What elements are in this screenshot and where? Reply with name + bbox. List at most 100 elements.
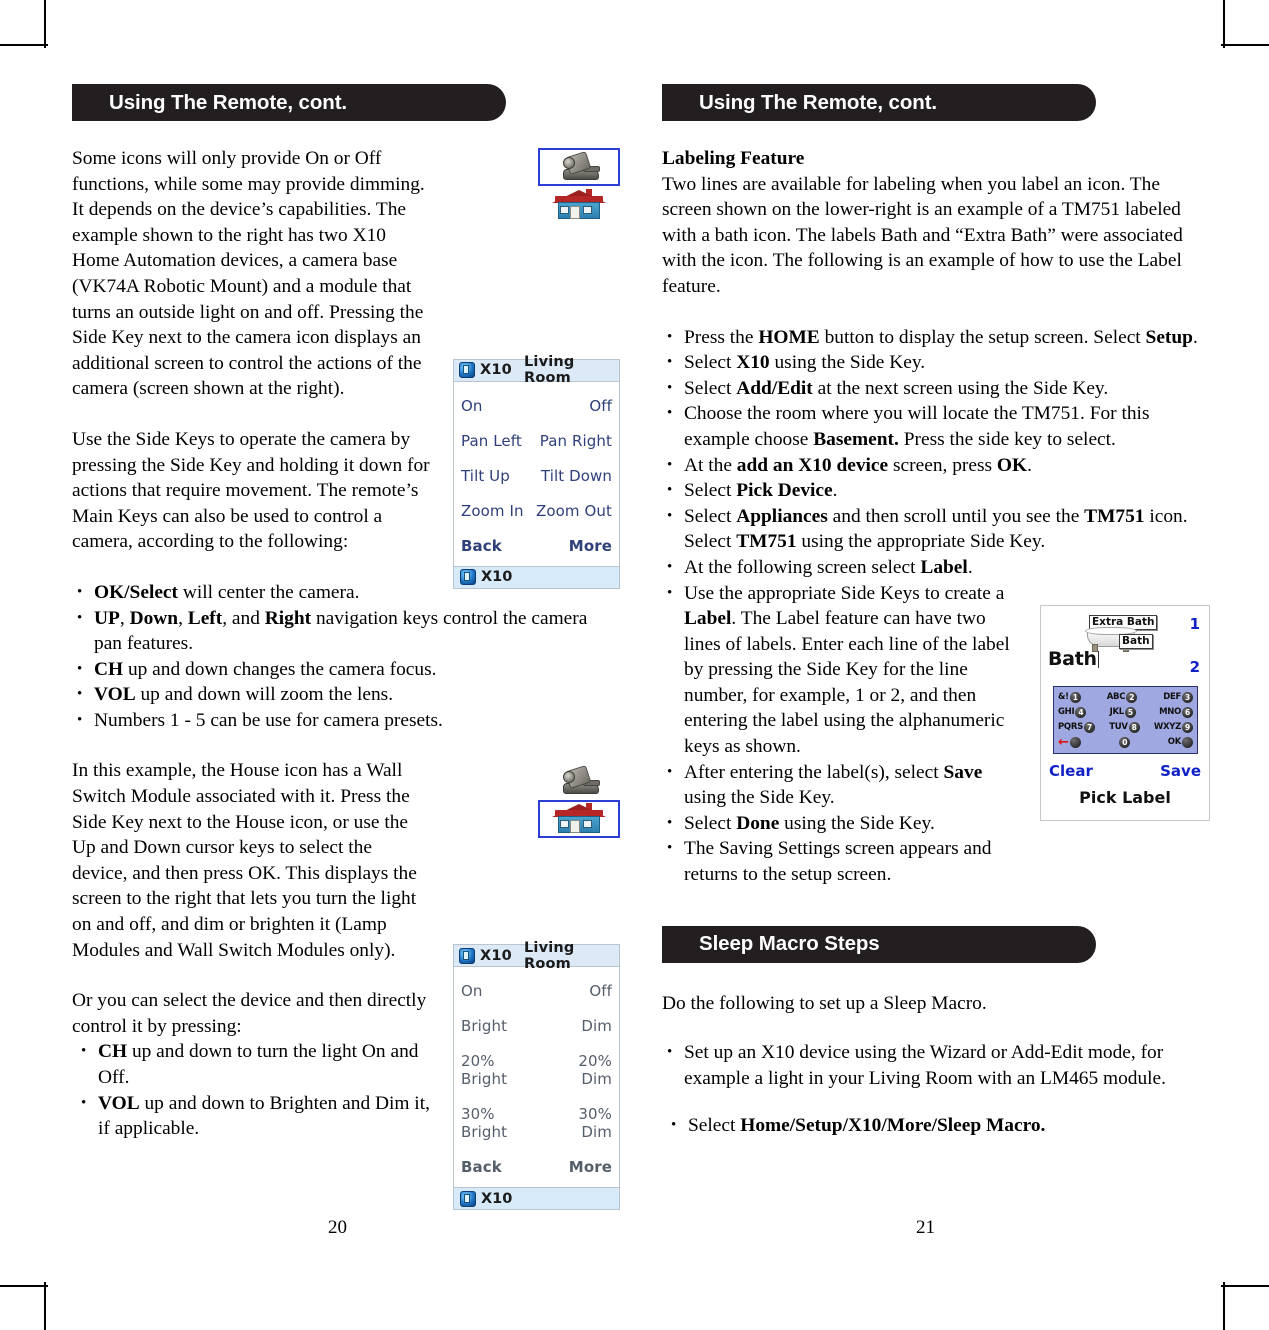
x10-badge-icon (460, 1190, 476, 1207)
label-line-number-1[interactable]: 1 (1190, 615, 1200, 633)
dim-row-on-off[interactable]: On Off (461, 982, 612, 1000)
dim-more-label[interactable]: More (569, 1158, 612, 1176)
camera-icon-tile-selected[interactable] (538, 148, 620, 186)
dim-screen-footer: X10 (454, 1187, 619, 1210)
list-item: At the following screen select Label. (662, 555, 1210, 581)
dim-back-label[interactable]: Back (461, 1158, 502, 1176)
left-paragraph-2: Use the Side Keys to operate the camera … (72, 428, 430, 553)
list-item: Press the HOME button to display the set… (662, 325, 1210, 351)
label-creation-bullet-list: Use the appropriate Side Keys to create … (662, 581, 1026, 888)
keypad-key-4[interactable]: GHI 4 (1058, 706, 1087, 718)
keypad-key-digit: 2 (1126, 691, 1138, 703)
left-paragraph-1: Some icons will only provide On or Off f… (72, 148, 425, 400)
camera-row-right-label[interactable]: Tilt Down (541, 467, 612, 485)
keypad-key-backspace[interactable]: ← (1058, 734, 1081, 750)
camera-row-zoom[interactable]: Zoom In Zoom Out (461, 502, 612, 520)
bullet-rest: will center the camera. (178, 581, 360, 603)
keypad-key-3[interactable]: DEF 3 (1163, 691, 1193, 703)
section-banner-using-the-remote-left: Using The Remote, cont. (72, 84, 506, 121)
camera-row-right-label[interactable]: Off (589, 397, 612, 415)
keypad-key-digit: 6 (1182, 706, 1193, 718)
keypad-key-digit: 5 (1124, 706, 1136, 718)
right-page-column: Using The Remote, cont. Labeling Feature… (662, 84, 1210, 1139)
dim-row-right-label[interactable]: Dim (581, 1017, 612, 1035)
keypad-key-digit: 0 (1119, 736, 1131, 748)
camera-row-left-label[interactable]: Zoom In (461, 502, 524, 520)
dim-row-left-label[interactable]: 30% Bright (461, 1105, 544, 1141)
section-banner-sleep-macro-steps: Sleep Macro Steps (662, 925, 1096, 963)
dim-row-right-label[interactable]: Off (589, 982, 612, 1000)
camera-more-label[interactable]: More (569, 537, 612, 555)
dim-row-20-percent[interactable]: 20% Bright 20% Dim (461, 1052, 612, 1088)
text-caret (1097, 650, 1099, 668)
dim-row-left-label[interactable]: On (461, 982, 483, 1000)
keypad-key-letters: ABC (1106, 692, 1126, 702)
label-line-number-2[interactable]: 2 (1190, 658, 1200, 676)
house-icon-tile[interactable] (538, 186, 620, 224)
dim-screen-badge-label: X10 (480, 947, 512, 964)
bullet-bold-term: CH (94, 658, 124, 680)
camera-back-label[interactable]: Back (461, 537, 502, 555)
list-item: Choose the room where you will locate th… (662, 401, 1210, 452)
camera-row-right-label[interactable]: Pan Right (540, 432, 612, 450)
keypad-key-letters: &! (1058, 692, 1069, 702)
dim-row-30-percent[interactable]: 30% Bright 30% Dim (461, 1105, 612, 1141)
bullet-rest: up and down changes the camera focus. (123, 658, 437, 680)
bullet-bold-term: VOL (98, 1092, 140, 1114)
house-icon-tile-selected[interactable] (538, 800, 620, 839)
dim-row-right-label[interactable]: 30% Dim (544, 1105, 612, 1141)
keypad-key-6[interactable]: MNO 6 (1159, 706, 1193, 718)
dim-row-bright-dim[interactable]: Bright Dim (461, 1017, 612, 1035)
dim-row-left-label[interactable]: 20% Bright (461, 1052, 544, 1088)
camera-screen-room-label: Living Room (523, 354, 575, 387)
dim-row-left-label[interactable]: Bright (461, 1017, 507, 1035)
camera-row-left-label[interactable]: Pan Left (461, 432, 522, 450)
camera-row-right-label[interactable]: Zoom Out (536, 502, 612, 520)
keypad-key-digit: 1 (1069, 691, 1081, 703)
camera-row-on-off[interactable]: On Off (461, 397, 612, 415)
dim-screen-title-bar: X10 Living Room (454, 940, 619, 972)
keypad-key-8[interactable]: TUV 8 (1109, 721, 1140, 733)
camera-icon-tile[interactable] (538, 762, 620, 801)
keypad-key-1[interactable]: &! 1 (1058, 691, 1081, 703)
camera-row-pan[interactable]: Pan Left Pan Right (461, 432, 612, 450)
keypad-key-digit: 9 (1181, 721, 1193, 733)
labeling-feature-heading-text: Labeling Feature (662, 148, 805, 169)
sleep-macro-intro: Do the following to set up a Sleep Macro… (662, 992, 987, 1014)
dim-screen-room-label: Living Room (523, 939, 575, 972)
clear-button[interactable]: Clear (1049, 762, 1093, 780)
keypad-key-5[interactable]: JKL 5 (1110, 706, 1136, 718)
camera-row-left-label[interactable]: Tilt Up (461, 467, 510, 485)
keypad-key-9[interactable]: WXYZ 9 (1154, 721, 1193, 733)
list-item: Numbers 1 - 5 can be use for camera pres… (72, 708, 620, 734)
figure-icons-top (538, 148, 620, 224)
camera-row-tilt[interactable]: Tilt Up Tilt Down (461, 467, 612, 485)
bullet-bold-term: OK/Select (94, 581, 179, 603)
save-button[interactable]: Save (1160, 762, 1201, 780)
camera-row-nav[interactable]: Back More (461, 537, 612, 555)
keypad-key-2[interactable]: ABC 2 (1106, 691, 1138, 703)
camera-key-bullet-list: OK/Select will center the camera. UP, Do… (72, 580, 620, 734)
keypad-key-0[interactable]: 0 (1118, 736, 1131, 748)
left-arrow-icon: ← (1058, 734, 1069, 750)
label-text-input[interactable]: Bath (1048, 648, 1099, 670)
label-entry-screen: Extra Bath Bath 1 2 Bath &! 1 ABC 2 DEF 3 (1040, 604, 1210, 821)
keypad-key-digit (1182, 736, 1193, 748)
bullet-rest: Numbers 1 - 5 can be use for camera pres… (94, 709, 443, 731)
camera-screen-rows: On Off Pan Left Pan Right Tilt Up Tilt D… (454, 382, 619, 566)
camera-control-screen: X10 Living Room On Off Pan Left Pan Righ… (453, 354, 620, 589)
alphanumeric-keypad[interactable]: &! 1 ABC 2 DEF 3 GHI 4 JKL 5 MNO 6 PQRS 7 TUV 8 … (1053, 685, 1198, 754)
keypad-key-7[interactable]: PQRS 7 (1058, 721, 1095, 733)
sleep-macro-bullet-list: Set up an X10 device using the Wizard or… (662, 1040, 1210, 1091)
direct-control-bullet-list: CH up and down to turn the light On and … (72, 1039, 430, 1141)
camera-row-left-label[interactable]: On (461, 397, 483, 415)
dim-row-nav[interactable]: Back More (461, 1158, 612, 1176)
keypad-key-ok[interactable]: OK (1168, 736, 1193, 748)
dim-row-right-label[interactable]: 20% Dim (544, 1052, 612, 1088)
list-item: Select Home/Setup/X10/More/Sleep Macro. (666, 1113, 1214, 1139)
figure-label-screen: Extra Bath Bath 1 2 Bath &! 1 ABC 2 DEF 3 (1040, 604, 1210, 821)
